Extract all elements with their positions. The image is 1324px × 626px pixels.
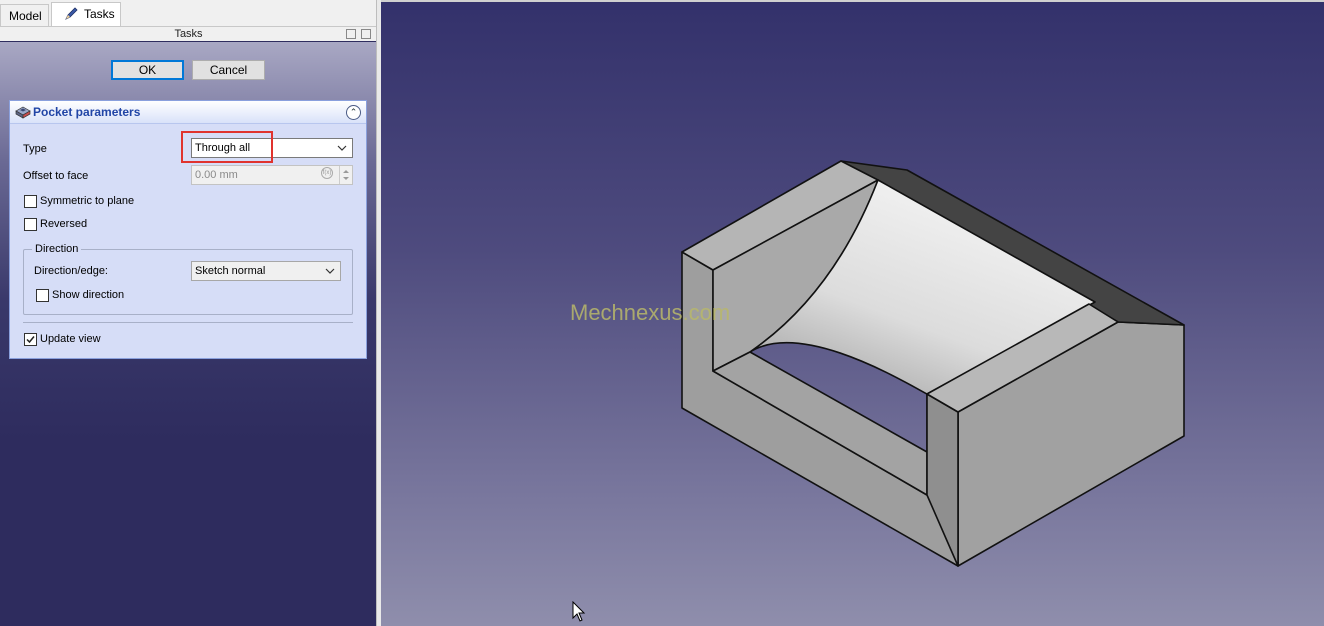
tasks-titlebar: Tasks [0,27,377,41]
3d-viewport[interactable]: Mechnexus.com [381,0,1324,626]
reversed-label: Reversed [40,218,88,230]
update-view-label: Update view [40,333,101,345]
direction-group-title: Direction [32,243,82,255]
separator [23,322,353,323]
direction-group: Direction [23,243,353,315]
watermark: Mechnexus.com [570,300,731,325]
type-label: Type [23,143,47,155]
float-icon[interactable] [346,29,356,39]
direction-edge-label: Direction/edge: [34,265,108,277]
offset-value: 0.00 mm [195,169,238,181]
tasks-title: Tasks [174,28,203,40]
chevron-down-icon [325,268,335,274]
panel-title: Pocket parameters [33,105,141,119]
tab-tasks-label: Tasks [84,7,115,21]
combo-view-panel: Model Tasks Tasks OK Cancel Pocket param… [0,0,377,626]
spinbox-arrows-icon [339,166,349,184]
combo-tab-bar: Model Tasks [0,0,377,27]
offset-label: Offset to face [23,170,89,182]
cancel-button[interactable]: Cancel [192,60,265,80]
pencil-icon [65,7,78,20]
highlight-box [181,131,273,163]
tab-model[interactable]: Model [0,4,49,26]
pocket-parameters-panel: Pocket parameters ⌃ Type Through all Off… [9,100,367,359]
undock-icon[interactable] [361,29,371,39]
reversed-checkbox[interactable] [24,218,37,231]
checkmark-icon [26,336,35,344]
collapse-icon[interactable]: ⌃ [346,105,361,120]
symmetric-label: Symmetric to plane [40,195,135,207]
tab-tasks[interactable]: Tasks [51,2,121,26]
ok-button[interactable]: OK [111,60,184,80]
3d-model[interactable] [381,0,1324,626]
direction-edge-value: Sketch normal [195,265,266,277]
symmetric-checkbox[interactable] [24,195,37,208]
expression-icon: f(x) [321,167,333,179]
chevron-down-icon [337,145,347,151]
task-area: OK Cancel Pocket parameters ⌃ Type Throu… [0,42,376,626]
offset-field: 0.00 mm f(x) [191,165,353,185]
show-direction-checkbox[interactable] [36,289,49,302]
update-view-checkbox[interactable] [24,333,37,346]
pocket-parameters-header[interactable]: Pocket parameters ⌃ [10,101,366,124]
pocket-icon [15,106,31,119]
direction-edge-select[interactable]: Sketch normal [191,261,341,281]
show-direction-label: Show direction [52,289,125,301]
mouse-cursor-icon [572,601,586,622]
